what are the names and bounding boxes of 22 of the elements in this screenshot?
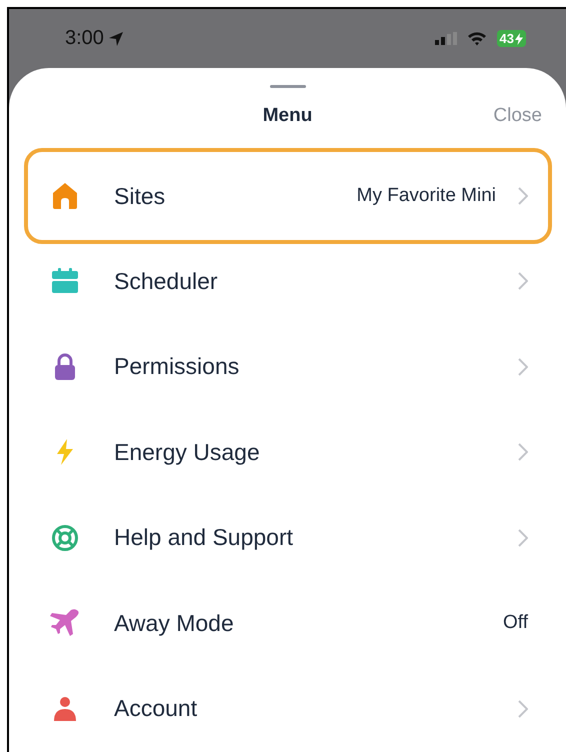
menu-item[interactable]: Sites My Favorite Mini: [24, 148, 552, 244]
menu-item[interactable]: Help and Support: [24, 495, 552, 580]
menu-item-label: Scheduler: [114, 268, 219, 295]
menu-title: Menu: [262, 105, 312, 127]
wifi-icon: [466, 31, 487, 46]
menu-item[interactable]: Energy Usage: [24, 410, 552, 495]
menu-item-value: My Favorite Mini: [356, 185, 496, 207]
menu-item-label: Permissions: [114, 353, 240, 380]
menu-item-value: Off: [503, 612, 528, 634]
menu-item-label: Away Mode: [114, 610, 235, 637]
drag-handle[interactable]: [270, 85, 306, 88]
menu-item-label: Energy Usage: [114, 438, 261, 466]
battery-indicator: 43: [496, 30, 526, 47]
menu-item-label: Account: [114, 695, 198, 722]
menu-item-label: Sites: [114, 182, 166, 210]
location-arrow-icon: [108, 30, 124, 46]
menu-item[interactable]: Account: [24, 666, 552, 752]
signal-icon: [434, 32, 457, 46]
menu-item-label: Help and Support: [114, 524, 294, 552]
clock-time: 3:00: [65, 27, 104, 50]
menu-item[interactable]: Permissions: [24, 324, 552, 410]
menu-item[interactable]: Away Mode Off: [24, 580, 552, 666]
